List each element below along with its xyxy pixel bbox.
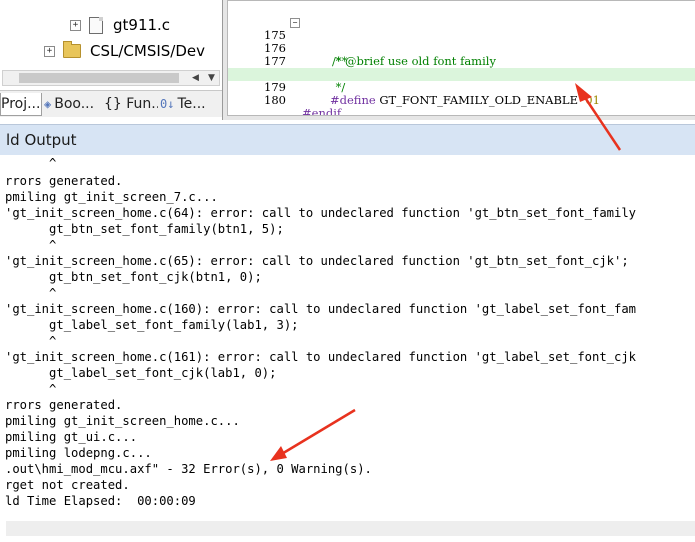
code-line: 178 */: [228, 55, 695, 94]
scrollbar-thumb[interactable]: [19, 73, 179, 83]
output-line: rget not created.: [5, 478, 130, 492]
tree-item-label: CSL/CMSIS/Dev: [90, 42, 205, 60]
code-line-highlighted: 179 #define GT_FONT_FAMILY_OLD_ENABLE 01: [228, 68, 695, 107]
output-line: 'gt_init_screen_home.c(65): error: call …: [5, 254, 629, 268]
build-output-panel[interactable]: ^ rrors generated. pmiling gt_init_screen_…: [0, 155, 695, 520]
output-line: rrors generated.: [5, 398, 123, 412]
tab-functions[interactable]: {} Fun...: [104, 93, 158, 115]
output-line: gt_btn_set_font_cjk(btn1, 0);: [5, 270, 262, 284]
define-statement: #define GT_FONT_FAMILY_OLD_ENABLE 01: [330, 94, 600, 107]
project-tree-panel: + gt911.c + CSL/CMSIS/Dev ◀ ▼: [0, 0, 222, 90]
preprocessor-directive: #endif: [302, 106, 342, 116]
tree-item-label: gt911.c: [113, 16, 171, 34]
line-number: 180: [264, 93, 286, 107]
tab-templates[interactable]: 0↓ Te...: [160, 93, 218, 115]
templates-tab-icon: 0↓: [160, 97, 175, 111]
build-output-header: ld Output: [0, 124, 695, 156]
tab-label: Boo...: [54, 96, 95, 112]
macro-value: 01: [585, 93, 600, 107]
output-line: ^: [5, 286, 57, 300]
tree-horizontal-scrollbar[interactable]: ◀ ▼: [2, 70, 220, 86]
code-line: 177 *: [228, 42, 695, 81]
code-line: 175 − /**: [228, 16, 695, 68]
output-line: 'gt_init_screen_home.c(160): error: call…: [5, 302, 637, 316]
output-line: .out\hmi_mod_mcu.axf" - 32 Error(s), 0 W…: [5, 462, 372, 476]
build-output-title: ld Output: [6, 131, 77, 149]
c-file-icon: [89, 16, 103, 34]
output-line: ^: [5, 156, 57, 170]
project-window-tabs: Proj... ◈ Boo... {} Fun... 0↓ Te...: [0, 90, 222, 117]
output-line: ^: [5, 382, 57, 396]
code-line: 180 #endif: [228, 81, 695, 116]
tab-label: {} Fun...: [104, 96, 158, 112]
output-line: rrors generated.: [5, 174, 123, 188]
tab-books[interactable]: ◈ Boo...: [44, 93, 100, 115]
folder-icon: [63, 41, 81, 58]
output-line: pmiling gt_init_screen_7.c...: [5, 190, 218, 204]
horizontal-scrollbar[interactable]: [6, 521, 695, 536]
scroll-right-icon[interactable]: ▼: [204, 71, 219, 85]
output-line: gt_label_set_font_cjk(lab1, 0);: [5, 366, 277, 380]
scroll-left-icon[interactable]: ◀: [188, 71, 203, 85]
tab-project[interactable]: Proj...: [0, 93, 42, 116]
tree-item-gt911[interactable]: + gt911.c: [70, 14, 170, 36]
books-tab-icon: ◈: [44, 97, 52, 111]
output-line: ^: [5, 238, 57, 252]
code-editor[interactable]: 175 − /** 176 * @brief use old font fami…: [227, 0, 695, 116]
macro-name: GT_FONT_FAMILY_OLD_ENABLE: [379, 93, 578, 107]
tab-label: Proj...: [1, 96, 41, 112]
output-line: gt_label_set_font_family(lab1, 3);: [5, 318, 299, 332]
output-line: 'gt_init_screen_home.c(64): error: call …: [5, 206, 637, 220]
expand-icon[interactable]: +: [44, 45, 55, 57]
output-line: pmiling lodepng.c...: [5, 446, 152, 460]
code-line: 176 * @brief use old font family: [228, 29, 695, 68]
fold-collapse-icon[interactable]: −: [290, 18, 300, 28]
output-line: pmiling gt_ui.c...: [5, 430, 138, 444]
output-line: pmiling gt_init_screen_home.c...: [5, 414, 240, 428]
tab-label: Te...: [177, 96, 206, 112]
output-line: gt_btn_set_font_family(btn1, 5);: [5, 222, 284, 236]
output-line: 'gt_init_screen_home.c(161): error: call…: [5, 350, 637, 364]
tree-item-csl-cmsis[interactable]: + CSL/CMSIS/Dev: [44, 40, 205, 62]
output-line: ^: [5, 334, 57, 348]
expand-icon[interactable]: +: [70, 19, 81, 31]
output-line: ld Time Elapsed: 00:00:09: [5, 494, 196, 508]
preprocessor-directive: #define: [330, 93, 376, 107]
